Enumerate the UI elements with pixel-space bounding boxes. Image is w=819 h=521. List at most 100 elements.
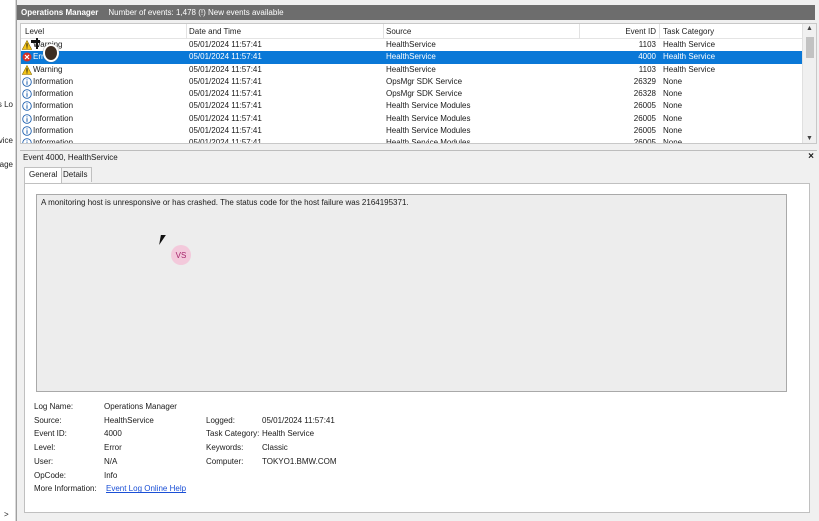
event-viewer-pane: Operations Manager Number of events: 1,4…: [16, 0, 819, 521]
prop-label-keywords: Keywords:: [206, 443, 244, 453]
cell-date: 05/01/2024 11:57:41: [189, 138, 262, 144]
cell-date: 05/01/2024 11:57:41: [189, 113, 262, 123]
grid-vertical-scrollbar[interactable]: ▲ ▼: [802, 24, 816, 143]
table-row[interactable]: Information 05/01/2024 11:57:41 Health Ser…: [21, 137, 803, 144]
info-icon: [22, 114, 32, 124]
cell-date: 05/01/2024 11:57:41: [189, 52, 262, 62]
tree-fragment[interactable]: s Lo: [0, 100, 13, 109]
cell-source: Health Service Modules: [386, 126, 471, 136]
cell-date: 05/01/2024 11:57:41: [189, 101, 262, 111]
cell-event-id: 26005: [633, 101, 656, 111]
cell-task-category: None: [663, 113, 683, 123]
info-icon: [22, 126, 32, 136]
close-icon[interactable]: ×: [808, 151, 814, 162]
cell-event-id: 1103: [638, 40, 656, 49]
cell-source: HealthService: [386, 52, 436, 62]
prop-label-computer: Computer:: [206, 456, 244, 466]
cell-task-category: None: [663, 89, 683, 99]
table-row[interactable]: Warning05/01/2024 11:57:41HealthService1…: [21, 64, 803, 76]
prop-value-event-id: 4000: [104, 429, 122, 439]
cell-source: Health Service Modules: [386, 138, 471, 144]
prop-value-log-name: Operations Manager: [104, 402, 177, 411]
cell-event-id: 1103: [638, 64, 656, 74]
column-header-level[interactable]: Level: [25, 27, 44, 36]
prop-label-level: Level:: [34, 443, 56, 453]
tree-fragment[interactable]: vice: [0, 136, 13, 145]
prop-label-source: Source:: [34, 415, 62, 425]
cell-task-category: None: [663, 101, 683, 111]
prop-label-user: User:: [34, 456, 54, 466]
event-log-online-help-link[interactable]: Event Log Online Help: [106, 484, 186, 493]
event-detail-title: Event 4000, HealthService: [23, 153, 118, 162]
prop-label-opcode: OpCode:: [34, 470, 67, 480]
tab-general[interactable]: General: [24, 167, 63, 183]
event-detail-header: Event 4000, HealthService ×: [20, 150, 817, 163]
column-header-event-id[interactable]: Event ID: [581, 27, 656, 36]
event-properties: Log Name: Operations Manager Source: Hea…: [34, 402, 794, 498]
prop-value-source: HealthService: [104, 415, 154, 425]
cell-task-category: Health Service: [663, 40, 716, 49]
column-header-source[interactable]: Source: [386, 27, 411, 36]
event-count-status[interactable]: Number of events: 1,478 (!) New events a…: [108, 8, 283, 17]
cell-source: HealthService: [386, 40, 436, 49]
column-header-date[interactable]: Date and Time: [189, 27, 241, 36]
table-row[interactable]: Warning05/01/2024 11:57:41HealthService1…: [21, 39, 803, 51]
cell-task-category: None: [663, 126, 683, 136]
prop-label-task-category: Task Category:: [206, 429, 260, 439]
cell-event-id: 4000: [638, 52, 656, 62]
webcam-presenter-icon: [31, 38, 61, 70]
cell-source: Health Service Modules: [386, 113, 471, 123]
table-row[interactable]: Information 05/01/2024 11:57:41 Health Ser…: [21, 125, 803, 137]
cell-date: 05/01/2024 11:57:41: [189, 76, 262, 86]
info-icon: [22, 101, 32, 112]
prop-label-more-information: More Information:: [34, 484, 97, 494]
events-grid[interactable]: Level Date and Time Source Event ID Task…: [20, 23, 817, 144]
cell-level: Information: [33, 138, 74, 144]
navigation-tree-edge: s Lo vice age >: [0, 0, 16, 521]
cell-event-id: 26328: [633, 89, 656, 99]
cell-level: Information: [33, 126, 74, 136]
cell-task-category: Health Service: [663, 64, 716, 74]
table-row[interactable]: Information 05/01/2024 11:57:41 Health Ser…: [21, 113, 803, 125]
event-description[interactable]: A monitoring host is unresponsive or has…: [36, 194, 787, 392]
scroll-right-arrow[interactable]: >: [4, 510, 13, 519]
table-row[interactable]: Error 05/01/2024 11:57:41 HealthService 400…: [21, 51, 803, 64]
cell-date: 05/01/2024 11:57:41: [189, 89, 262, 99]
table-row[interactable]: Information 05/01/2024 11:57:41 Health Ser…: [21, 100, 803, 112]
cell-task-category: None: [663, 138, 683, 144]
scrollbar-thumb[interactable]: [806, 37, 814, 58]
prop-value-level: Error: [104, 443, 122, 453]
cell-date: 05/01/2024 11:57:41: [189, 126, 262, 136]
scroll-down-icon[interactable]: ▼: [806, 135, 813, 142]
prop-value-computer: TOKYO1.BMW.COM: [262, 456, 337, 466]
cell-date: 05/01/2024 11:57:41: [189, 40, 262, 49]
table-row[interactable]: Information 05/01/2024 11:57:41 OpsMgr SDK…: [21, 88, 803, 100]
cell-level: Information: [33, 89, 74, 99]
prop-value-opcode: Info: [104, 470, 118, 480]
cell-level: Information: [33, 101, 74, 111]
tab-details[interactable]: Details: [58, 167, 93, 182]
column-header-task-category[interactable]: Task Category: [663, 27, 714, 36]
prop-value-user: N/A: [104, 456, 118, 466]
cell-level: Information: [33, 113, 74, 123]
grid-header: Level Date and Time Source Event ID Task…: [21, 24, 803, 39]
info-icon: [22, 77, 32, 87]
cell-event-id: 26005: [633, 138, 656, 144]
general-tab-panel: A monitoring host is unresponsive or has…: [24, 183, 810, 513]
cell-source: Health Service Modules: [386, 101, 471, 111]
scroll-up-icon[interactable]: ▲: [806, 25, 813, 32]
log-title: Operations Manager: [21, 8, 99, 17]
prop-label-event-id: Event ID:: [34, 429, 67, 439]
cell-task-category: None: [663, 76, 683, 86]
cell-date: 05/01/2024 11:57:41: [189, 64, 262, 74]
prop-value-task-category: Health Service: [262, 429, 315, 439]
prop-value-logged: 05/01/2024 11:57:41: [262, 415, 335, 425]
tree-fragment[interactable]: age: [0, 160, 13, 169]
cell-event-id: 26329: [633, 76, 656, 86]
prop-label-logged: Logged:: [206, 415, 235, 425]
info-icon: [22, 138, 32, 143]
cell-source: OpsMgr SDK Service: [386, 76, 463, 86]
prop-label-log-name: Log Name:: [34, 402, 74, 411]
table-row[interactable]: Information 05/01/2024 11:57:41 OpsMgr SDK…: [21, 76, 803, 88]
grid-rows: Warning05/01/2024 11:57:41HealthService1…: [21, 39, 803, 144]
